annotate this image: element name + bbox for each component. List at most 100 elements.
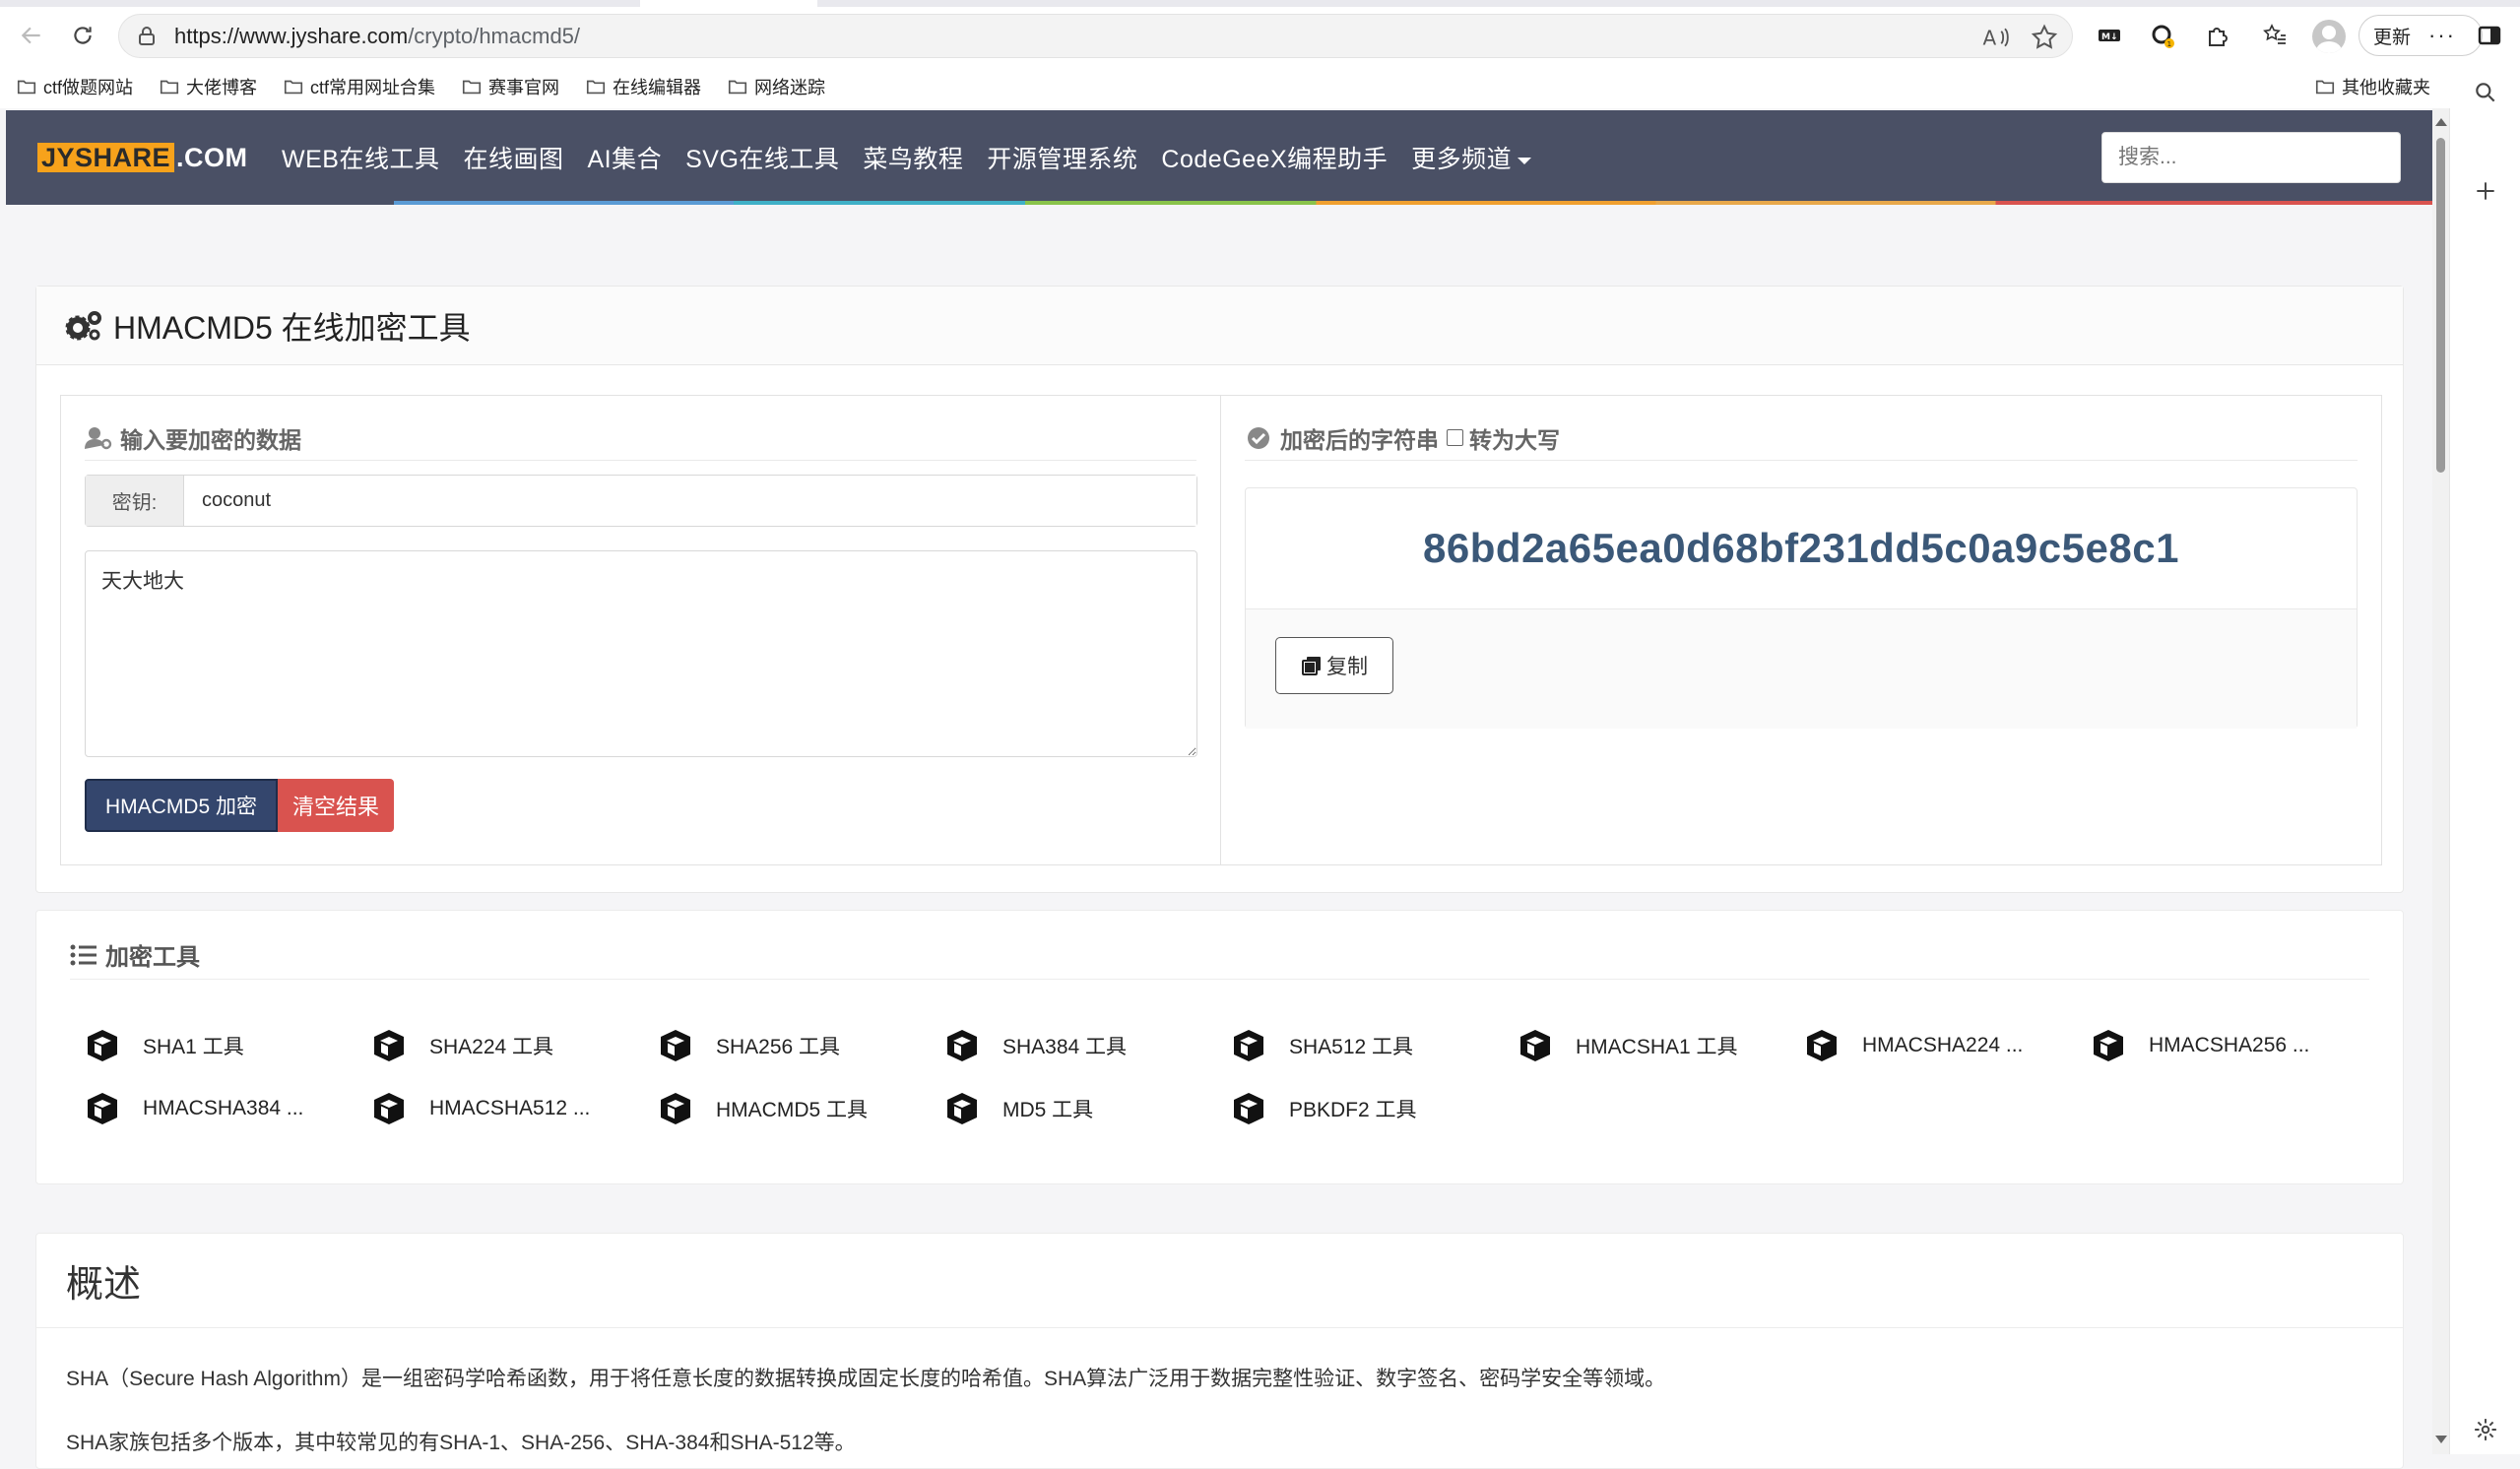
- caret-down-icon: [1518, 157, 1532, 164]
- logo-com-text: .COM: [176, 142, 248, 172]
- logo-box-text: JYSHARE: [37, 143, 175, 172]
- bookmark-folder[interactable]: ctf常用网址合集: [283, 74, 435, 99]
- extension-search-button[interactable]: 1: [2147, 20, 2178, 51]
- tool-link[interactable]: HMACSHA512 ...: [370, 1090, 590, 1127]
- sidebar-add-button[interactable]: [2470, 175, 2501, 207]
- tool-link[interactable]: SHA512 工具: [1230, 1027, 1413, 1064]
- main-nav: WEB在线工具 在线画图 AI集合 SVG在线工具 菜鸟教程 开源管理系统 Co…: [282, 140, 1555, 175]
- key-input[interactable]: [184, 476, 1196, 526]
- cube-icon: [88, 1030, 117, 1061]
- tool-link-label: HMACSHA512 ...: [429, 1097, 591, 1119]
- list-icon: [70, 944, 97, 965]
- tool-link-label: MD5 工具: [1002, 1099, 1094, 1121]
- page-scrollbar[interactable]: [2432, 108, 2449, 1454]
- sidebar-icon: [2478, 26, 2501, 45]
- immersive-reader-button[interactable]: M↓: [2094, 20, 2125, 51]
- uppercase-checkbox[interactable]: [1447, 429, 1463, 446]
- overview-section: 概述 SHA（Secure Hash Algorithm）是一组密码学哈希函数，…: [35, 1233, 2404, 1469]
- back-button[interactable]: [14, 18, 49, 53]
- bookmark-folder[interactable]: 大佬博客: [159, 74, 257, 99]
- other-bookmarks-folder[interactable]: 其他收藏夹: [2314, 67, 2430, 106]
- folder-icon: [728, 80, 747, 95]
- sidebar-settings-button[interactable]: [2470, 1414, 2501, 1445]
- cube-icon: [661, 1030, 690, 1061]
- arrow-left-icon: [21, 27, 40, 44]
- active-tab[interactable]: [640, 0, 817, 7]
- scroll-down-arrow-icon[interactable]: [2435, 1436, 2447, 1443]
- tool-link[interactable]: HMACSHA256 ...: [2090, 1027, 2309, 1064]
- nav-codegeex[interactable]: CodeGeeX编程助手: [1161, 140, 1388, 175]
- sidebar-search-button[interactable]: [2470, 77, 2501, 108]
- tool-link[interactable]: HMACMD5 工具: [657, 1090, 868, 1127]
- tool-link[interactable]: HMACSHA224 ...: [1803, 1027, 2023, 1064]
- tool-link[interactable]: SHA1 工具: [84, 1027, 244, 1064]
- bookmark-label: ctf常用网址合集: [310, 78, 436, 97]
- tool-link-label: HMACSHA256 ...: [2149, 1034, 2310, 1056]
- result-display: 86bd2a65ea0d68bf231dd5c0a9c5e8c1: [1246, 488, 2357, 609]
- site-logo[interactable]: JYSHARE .COM: [37, 142, 248, 173]
- site-search-input[interactable]: [2101, 132, 2401, 183]
- output-column: 加密后的字符串 转为大写 86bd2a65ea0d68bf231dd5c0a9c…: [1221, 396, 2381, 864]
- input-column: 输入要加密的数据 密钥: 天大地大 HMACMD5 加密 清空结果: [61, 396, 1221, 864]
- cube-icon: [1234, 1093, 1263, 1124]
- other-bookmarks-label: 其他收藏夹: [2342, 78, 2430, 97]
- more-menu-icon[interactable]: ···: [2428, 23, 2456, 48]
- reload-icon: [74, 27, 92, 44]
- bookmark-folder[interactable]: 网络迷踪: [727, 74, 825, 99]
- tool-link[interactable]: SHA256 工具: [657, 1027, 840, 1064]
- bookmark-folder[interactable]: 赛事官网: [461, 74, 559, 99]
- update-button[interactable]: 更新 ···: [2358, 15, 2483, 56]
- address-bar[interactable]: https://www.jyshare.com/crypto/hmacmd5/ …: [118, 14, 2073, 58]
- favorite-star-icon[interactable]: [2030, 23, 2059, 52]
- tool-link[interactable]: HMACSHA384 ...: [84, 1090, 303, 1127]
- tool-link[interactable]: HMACSHA1 工具: [1517, 1027, 1738, 1064]
- bookmark-folder[interactable]: ctf做题网站: [16, 74, 133, 99]
- nav-online-draw[interactable]: 在线画图: [463, 140, 563, 175]
- nav-more-channels[interactable]: 更多频道: [1411, 140, 1532, 175]
- tool-link[interactable]: SHA384 工具: [943, 1027, 1127, 1064]
- svg-text:A: A: [1983, 27, 1997, 50]
- tool-link-label: HMACSHA1 工具: [1576, 1036, 1738, 1058]
- folder-icon: [586, 80, 606, 95]
- read-aloud-icon[interactable]: A: [1980, 23, 2010, 52]
- nav-more-label: 更多频道: [1411, 146, 1513, 173]
- folder-icon: [2315, 80, 2335, 95]
- nav-ai-collection[interactable]: AI集合: [587, 140, 662, 175]
- tool-link-label: HMACSHA384 ...: [143, 1097, 304, 1119]
- tool-panel-header: HMACMD5 在线加密工具: [36, 287, 2403, 365]
- tool-link[interactable]: PBKDF2 工具: [1230, 1090, 1417, 1127]
- result-box: 86bd2a65ea0d68bf231dd5c0a9c5e8c1 复制: [1245, 487, 2358, 729]
- nav-open-source[interactable]: 开源管理系统: [987, 140, 1137, 175]
- extensions-button[interactable]: [2202, 20, 2233, 51]
- lock-icon[interactable]: [135, 25, 159, 48]
- encrypt-button[interactable]: HMACMD5 加密: [85, 779, 278, 832]
- tool-link-label: SHA224 工具: [429, 1036, 554, 1058]
- bookmark-folder[interactable]: 在线编辑器: [585, 74, 701, 99]
- gear-icon: [2475, 1419, 2496, 1440]
- tool-link[interactable]: MD5 工具: [943, 1090, 1093, 1127]
- profile-avatar[interactable]: [2312, 20, 2346, 53]
- reader-icon: M↓: [2099, 30, 2120, 42]
- browser-side-rail: [2449, 83, 2520, 1454]
- favorites-button[interactable]: [2259, 20, 2291, 51]
- clear-button[interactable]: 清空结果: [278, 779, 394, 832]
- data-input[interactable]: 天大地大: [85, 550, 1197, 757]
- nav-runoob[interactable]: 菜鸟教程: [863, 140, 963, 175]
- bookmark-label: 网络迷踪: [754, 78, 826, 97]
- cube-icon: [947, 1030, 977, 1061]
- tool-link[interactable]: SHA224 工具: [370, 1027, 553, 1064]
- crypto-tools-header: 加密工具: [70, 930, 2369, 980]
- reload-button[interactable]: [65, 18, 100, 53]
- uppercase-label[interactable]: 转为大写: [1469, 421, 1560, 455]
- nav-svg-tools[interactable]: SVG在线工具: [685, 140, 839, 175]
- nav-web-tools[interactable]: WEB在线工具: [282, 140, 439, 175]
- scroll-up-arrow-icon[interactable]: [2435, 118, 2447, 126]
- cube-icon: [1520, 1030, 1550, 1061]
- bookmark-label: 在线编辑器: [613, 78, 702, 97]
- key-input-group: 密钥:: [85, 475, 1197, 527]
- url-text[interactable]: https://www.jyshare.com/crypto/hmacmd5/: [174, 24, 580, 49]
- sidebar-toggle-button[interactable]: [2474, 20, 2505, 51]
- scroll-thumb[interactable]: [2436, 138, 2445, 473]
- input-section-header: 输入要加密的数据: [85, 415, 1196, 461]
- copy-button[interactable]: 复制: [1275, 637, 1393, 694]
